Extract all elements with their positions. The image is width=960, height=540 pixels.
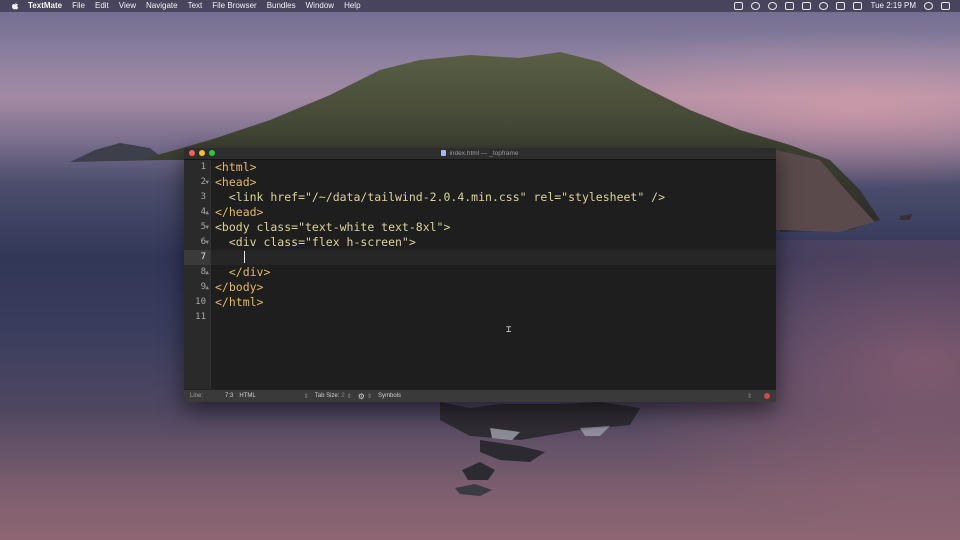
menu-text[interactable]: Text [188, 0, 203, 12]
language-selector[interactable]: HTML [239, 393, 255, 399]
radio-icon[interactable] [768, 2, 778, 10]
code-line: <head> [215, 175, 257, 189]
document-icon [441, 150, 447, 156]
line-number: 11 [195, 312, 206, 322]
menu-app-name[interactable]: TextMate [28, 0, 62, 12]
menu-help[interactable]: Help [344, 0, 360, 12]
fold-open-icon[interactable]: ▼ [205, 235, 209, 250]
line-label: Line: [190, 393, 204, 399]
tab-size-value[interactable]: 2 [341, 393, 344, 399]
apple-icon[interactable] [10, 1, 20, 11]
menu-bar: TextMate File Edit View Navigate Text Fi… [0, 0, 960, 12]
line-number: 1 [200, 162, 206, 172]
status-menus: Tue 2:19 PM [734, 0, 960, 12]
code-line: <html> [215, 160, 257, 174]
code-line: <body class="text-white text-8xl"> [215, 220, 451, 234]
media-icon[interactable] [785, 2, 795, 10]
menu-navigate[interactable]: Navigate [146, 0, 178, 12]
code-line-active [211, 250, 776, 265]
ibeam-cursor-icon: ⌶ [506, 325, 512, 335]
fold-close-icon[interactable]: ▲ [205, 205, 209, 220]
notification-center-icon[interactable] [941, 2, 950, 10]
window-title-text: index.html — _topframe [449, 150, 519, 157]
line-number: 6 ▼ [184, 235, 210, 250]
menu-bundles[interactable]: Bundles [267, 0, 296, 12]
line-number: 2 ▼ [184, 175, 210, 190]
tab-size-chevron-icon[interactable]: ⇕ [347, 393, 352, 400]
gear-chevron-icon[interactable]: ⇕ [367, 393, 372, 400]
code-line: </html> [215, 295, 264, 309]
title-bar[interactable]: index.html — _topframe [184, 148, 776, 160]
line-number: 5 ▼ [184, 220, 210, 235]
line-number: 3 [200, 192, 206, 202]
keyboard-icon[interactable] [802, 2, 812, 10]
code-text-area[interactable]: <html> <head> <link href="/~/data/tailwi… [211, 160, 776, 390]
menu-edit[interactable]: Edit [95, 0, 109, 12]
line-number: 9 ▲ [184, 280, 210, 295]
menu-clock[interactable]: Tue 2:19 PM [870, 0, 916, 12]
text-cursor [243, 251, 245, 263]
line-number: 8 ▲ [184, 265, 210, 280]
symbols-chevron-icon[interactable]: ⇕ [747, 393, 752, 400]
editor-area[interactable]: 1 2 ▼ 3 4 ▲ 5 ▼ 6 ▼ 7 8 ▲ 9 ▲ 10 11 <html> <he… [184, 160, 776, 390]
line-number: 4 ▲ [184, 205, 210, 220]
globe-icon[interactable] [751, 2, 761, 10]
gear-icon[interactable]: ⚙ [358, 392, 365, 401]
airplay-icon[interactable] [836, 2, 846, 10]
macro-record-icon[interactable] [764, 393, 770, 399]
menu-view[interactable]: View [119, 0, 136, 12]
fold-close-icon[interactable]: ▲ [205, 265, 209, 280]
window-title: index.html — _topframe [184, 148, 776, 159]
cursor-position[interactable]: 7:3 [225, 393, 233, 399]
status-bar: Line: 7:3 HTML ⇕ Tab Size: 2 ⇕ ⚙ ⇕ Symbo… [184, 389, 776, 402]
tab-size-label[interactable]: Tab Size: [315, 393, 340, 399]
symbols-selector[interactable]: Symbols [378, 393, 401, 399]
code-line: </head> [215, 205, 264, 219]
fold-open-icon[interactable]: ▼ [205, 175, 209, 190]
textmate-window: index.html — _topframe 1 2 ▼ 3 4 ▲ 5 ▼ 6 ▼ 7… [184, 148, 776, 402]
menu-file-browser[interactable]: File Browser [212, 0, 256, 12]
line-number-gutter[interactable]: 1 2 ▼ 3 4 ▲ 5 ▼ 6 ▼ 7 8 ▲ 9 ▲ 10 11 [184, 160, 211, 390]
fold-open-icon[interactable]: ▼ [205, 220, 209, 235]
code-line: </body> [215, 280, 264, 294]
code-line: </div> [215, 265, 271, 279]
spotlight-icon[interactable] [924, 2, 933, 10]
code-line: <link href="/~/data/tailwind-2.0.4.min.c… [215, 190, 666, 204]
fold-close-icon[interactable]: ▲ [205, 280, 209, 295]
language-chevron-icon[interactable]: ⇕ [304, 393, 309, 400]
line-number: 10 [195, 297, 206, 307]
battery-icon[interactable] [853, 2, 863, 10]
wifi-icon[interactable] [819, 2, 829, 10]
line-number-active: 7 [184, 250, 210, 265]
menu-file[interactable]: File [72, 0, 85, 12]
menu-window[interactable]: Window [306, 0, 334, 12]
clipboard-icon[interactable] [734, 2, 744, 10]
code-line: <div class="flex h-screen"> [215, 235, 416, 249]
